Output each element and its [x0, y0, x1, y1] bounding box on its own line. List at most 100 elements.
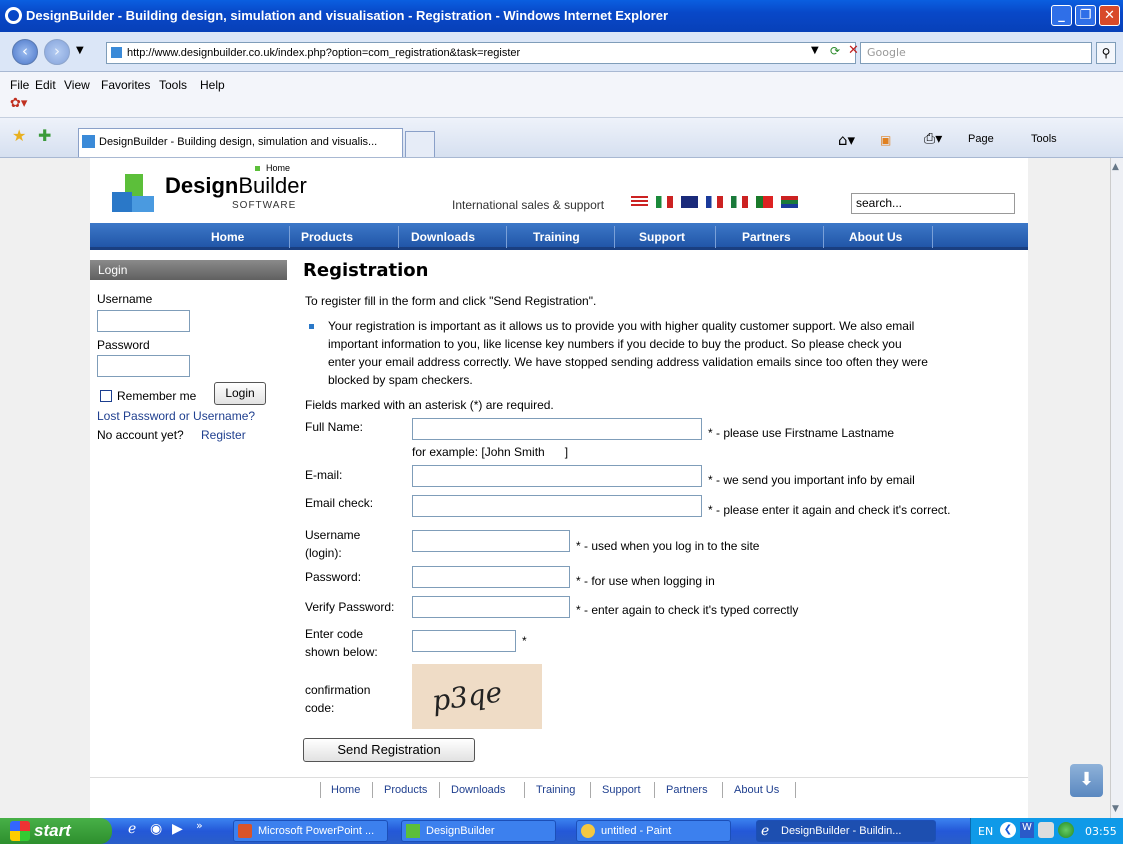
login-password-label: Password	[97, 338, 150, 352]
scroll-down-icon[interactable]: ▼	[1112, 804, 1119, 814]
footer-divider	[654, 782, 655, 798]
code-label: Enter code	[305, 627, 364, 641]
footer-training[interactable]: Training	[536, 784, 575, 796]
network-icon[interactable]	[1058, 822, 1074, 838]
nav-products[interactable]: Products	[301, 230, 353, 244]
powerpoint-icon	[238, 824, 252, 838]
quicklaunch-media-icon[interactable]: ▶	[172, 821, 183, 837]
nav-training[interactable]: Training	[533, 230, 580, 244]
flag-pt-icon[interactable]	[756, 196, 773, 208]
flag-za-icon[interactable]	[781, 196, 798, 208]
flag-fr-icon[interactable]	[706, 196, 723, 208]
tray-app-icon[interactable]	[1038, 822, 1054, 838]
task-designbuilder[interactable]: DesignBuilder	[401, 820, 556, 842]
flag-au-icon[interactable]	[681, 196, 698, 208]
back-icon[interactable]: ‹	[12, 39, 38, 65]
recent-pages-icon[interactable]: ▼	[76, 45, 84, 56]
username-input[interactable]	[412, 530, 570, 552]
tab-designbuilder[interactable]: DesignBuilder - Building design, simulat…	[78, 128, 403, 157]
maximize-button[interactable]: ❐	[1075, 5, 1096, 26]
quicklaunch-browser-icon[interactable]: ◉	[150, 821, 162, 837]
nav-about-us[interactable]: About Us	[849, 230, 902, 244]
remember-me-checkbox[interactable]	[100, 390, 112, 402]
home-icon[interactable]: ⌂▾	[838, 131, 855, 149]
footer-products[interactable]: Products	[384, 784, 427, 796]
search-icon[interactable]: ⚲	[1096, 42, 1116, 64]
favorites-star-icon[interactable]: ★	[12, 126, 26, 145]
footer-partners[interactable]: Partners	[666, 784, 708, 796]
home-crumb-link[interactable]: Home	[266, 163, 290, 173]
nav-support[interactable]: Support	[639, 230, 685, 244]
code-input[interactable]	[412, 630, 516, 652]
flag-us-icon[interactable]	[631, 196, 648, 208]
login-header: Login	[90, 260, 287, 280]
password-input[interactable]	[412, 566, 570, 588]
menu-view[interactable]: View	[64, 78, 90, 92]
address-bar[interactable]: http://www.designbuilder.co.uk/index.php…	[106, 42, 856, 64]
menu-tools[interactable]: Tools	[159, 78, 187, 92]
site-search-input[interactable]: search...	[851, 193, 1015, 214]
stop-icon[interactable]: ✕	[848, 43, 859, 58]
language-indicator[interactable]: EN	[978, 825, 993, 838]
page-menu[interactable]: Page	[968, 133, 994, 145]
menu-favorites[interactable]: Favorites	[101, 78, 150, 92]
email-label: E-mail:	[305, 468, 343, 482]
flag-mx-icon[interactable]	[731, 196, 748, 208]
footer-divider	[439, 782, 440, 798]
minimize-button[interactable]: _	[1051, 5, 1072, 26]
verify-password-label: Verify Password:	[305, 600, 395, 614]
tools-menu[interactable]: Tools	[1031, 133, 1057, 145]
vertical-scrollbar[interactable]	[1110, 158, 1123, 818]
site-favicon-icon	[110, 46, 123, 59]
forward-icon[interactable]: ›	[44, 39, 70, 65]
task-powerpoint[interactable]: Microsoft PowerPoint ...	[233, 820, 388, 842]
footer-about-us[interactable]: About Us	[734, 784, 779, 796]
print-icon[interactable]: ⎙▾	[924, 131, 942, 147]
word-tray-icon[interactable]: W	[1020, 822, 1034, 838]
email-check-field[interactable]	[412, 495, 702, 517]
login-password-input[interactable]	[97, 355, 190, 377]
task-ie[interactable]: DesignBuilder - Buildin...	[756, 820, 936, 842]
scroll-up-icon[interactable]: ▲	[1112, 162, 1119, 172]
flag-it-icon[interactable]	[656, 196, 673, 208]
nav-home[interactable]: Home	[211, 230, 244, 244]
footer-support[interactable]: Support	[602, 784, 641, 796]
fullname-input[interactable]	[412, 418, 702, 440]
login-button[interactable]: Login	[214, 382, 266, 405]
intl-sales-link[interactable]: International sales & support	[452, 198, 604, 212]
download-arrow-icon[interactable]: ⬇	[1070, 764, 1103, 797]
captcha-image: p3qe	[412, 664, 542, 729]
quicklaunch-expand-icon[interactable]: »	[196, 819, 203, 832]
code-label-sub: shown below:	[305, 645, 378, 659]
add-favorite-icon[interactable]: ✚	[38, 126, 51, 145]
lost-password-link[interactable]: Lost Password or Username?	[97, 409, 255, 423]
send-registration-button[interactable]: Send Registration	[303, 738, 475, 762]
footer-downloads[interactable]: Downloads	[451, 784, 505, 796]
quicklaunch-ie-icon[interactable]: ℯ	[128, 821, 136, 837]
footer-home[interactable]: Home	[331, 784, 360, 796]
menu-file[interactable]: File	[10, 78, 29, 92]
refresh-icon[interactable]: ⟳	[830, 44, 840, 58]
address-dropdown-icon[interactable]: ▼	[811, 45, 819, 56]
menu-edit[interactable]: Edit	[35, 78, 56, 92]
nav-divider	[614, 226, 615, 248]
email-field[interactable]	[412, 465, 702, 487]
nav-divider	[506, 226, 507, 248]
nav-partners[interactable]: Partners	[742, 230, 791, 244]
browser-search-input[interactable]: Google	[860, 42, 1092, 64]
close-button[interactable]: ✕	[1099, 5, 1120, 26]
username-hint: * - used when you log in to the site	[576, 539, 760, 553]
login-username-input[interactable]	[97, 310, 190, 332]
feeds-icon[interactable]: ▣	[880, 133, 891, 147]
web-page	[90, 158, 1028, 818]
email-check-label: Email check:	[305, 496, 374, 510]
toolbar-addon-icon[interactable]: ✿▾	[10, 96, 27, 111]
verify-password-input[interactable]	[412, 596, 570, 618]
register-link[interactable]: Register	[201, 428, 246, 442]
new-tab-button[interactable]	[405, 131, 435, 157]
task-paint[interactable]: untitled - Paint	[576, 820, 731, 842]
footer-divider	[795, 782, 796, 798]
menu-help[interactable]: Help	[200, 78, 225, 92]
lang-arrow-icon[interactable]: ❮	[1000, 822, 1016, 838]
nav-downloads[interactable]: Downloads	[411, 230, 475, 244]
